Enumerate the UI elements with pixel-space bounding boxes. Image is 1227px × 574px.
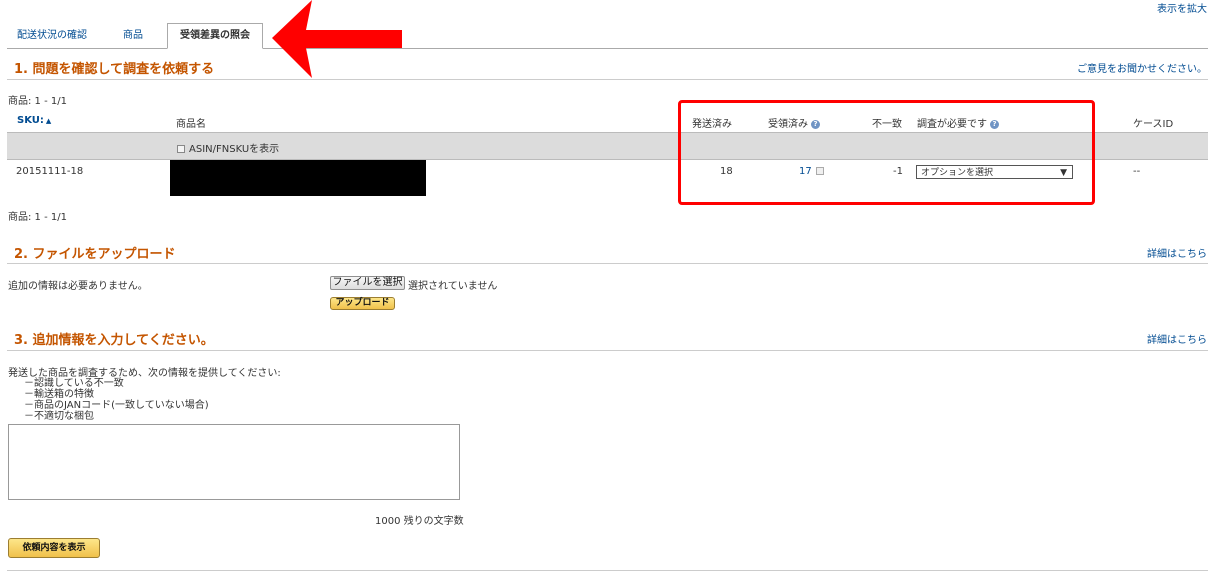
footer-divider [7,570,1208,571]
section2-title: 2. ファイルをアップロード [14,247,176,262]
product-name-header: 商品名 [176,119,206,130]
no-file-text: 選択されていません [408,281,498,292]
row-sku: 20151111-18 [16,166,84,177]
case-id-header: ケースID [1133,119,1174,130]
zoom-link[interactable]: 表示を拡大 [1157,0,1207,15]
annotation-arrow-icon [272,0,402,78]
additional-info-textarea[interactable] [8,424,460,500]
tab-shipment-status[interactable]: 配送状況の確認 [7,24,97,48]
annotation-highlight-box [678,100,1095,205]
sku-header-label[interactable]: SKU: [17,115,44,126]
section1-divider [7,79,1208,80]
asin-checkbox[interactable] [177,145,185,153]
choose-file-button[interactable]: ファイルを選択 [330,276,405,290]
section3-divider [7,350,1208,351]
upload-button[interactable]: アップロード [330,297,395,310]
section1-title: 1. 問題を確認して調査を依頼する [14,62,215,77]
asin-toggle-label[interactable]: ASIN/FNSKUを表示 [189,144,279,155]
tab-reconcile[interactable]: 受領差異の照会 [167,23,263,49]
section3-details-link[interactable]: 詳細はこちら [1147,331,1207,346]
section3-title: 3. 追加情報を入力してください。 [14,333,214,348]
section2-note: 追加の情報は必要ありません。 [8,281,148,292]
asin-toggle[interactable]: ASIN/FNSKUを表示 [177,140,279,155]
feedback-link[interactable]: ご意見をお聞かせください。 [1077,60,1207,75]
tab-products[interactable]: 商品 [112,24,154,48]
sort-asc-icon: ▲ [45,117,52,125]
remaining-char-count: 1000 残りの文字数 [375,516,464,527]
pagination-bottom: 商品: 1 - 1/1 [8,212,67,223]
row-case-id: -- [1133,166,1141,177]
section2-details-link[interactable]: 詳細はこちら [1147,245,1207,260]
view-request-button[interactable]: 依頼内容を表示 [8,538,100,558]
pagination-top: 商品: 1 - 1/1 [8,96,67,107]
section2-divider [7,263,1208,264]
redacted-product-name [170,160,426,196]
sku-sort-header[interactable]: SKU: ▲ [17,115,51,126]
bullet-item: －不適切な梱包 [24,411,94,422]
